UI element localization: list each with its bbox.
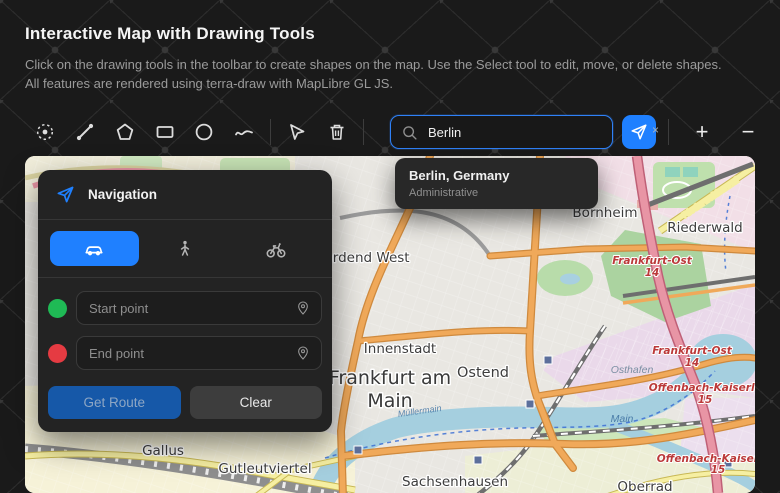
search-result-secondary: Administrative bbox=[409, 187, 584, 199]
map-label-riederwald: Riederwald bbox=[667, 220, 743, 236]
walking-icon bbox=[175, 239, 195, 259]
navigation-panel-header: Navigation bbox=[38, 170, 332, 220]
map-label-oberrad: Oberrad bbox=[617, 479, 672, 493]
map-label-gallus: Gallus bbox=[142, 443, 184, 459]
bicycle-icon bbox=[265, 238, 287, 260]
freehand-tool-icon bbox=[234, 122, 254, 142]
zoom-in-button[interactable]: + bbox=[683, 113, 721, 151]
clear-route-button[interactable]: Clear bbox=[190, 386, 323, 419]
search-icon bbox=[401, 124, 418, 141]
start-point-row bbox=[48, 291, 322, 325]
toolbar-divider bbox=[363, 119, 364, 145]
freehand-tool-button[interactable] bbox=[224, 112, 264, 152]
line-tool-button[interactable] bbox=[65, 112, 105, 152]
toolbar-divider bbox=[668, 119, 669, 145]
route-actions: Get Route Clear bbox=[38, 383, 332, 432]
map-label-offenbach-kaiserlei: Offenbach-Kaiserlei bbox=[657, 453, 755, 465]
map-label-innenstadt: Innenstadt bbox=[364, 341, 436, 357]
navigation-panel: Navigation bbox=[38, 170, 332, 432]
get-route-button[interactable]: Get Route bbox=[48, 386, 181, 419]
end-point-marker-icon bbox=[48, 344, 67, 363]
circle-tool-icon bbox=[194, 122, 214, 142]
navigation-plane-icon bbox=[630, 123, 648, 141]
rectangle-tool-button[interactable] bbox=[145, 112, 185, 152]
page-title: Interactive Map with Drawing Tools bbox=[25, 24, 315, 44]
point-tool-icon bbox=[35, 122, 55, 142]
search-box[interactable] bbox=[390, 115, 613, 149]
delete-tool-button[interactable] bbox=[317, 112, 357, 152]
trash-icon bbox=[327, 122, 347, 142]
route-inputs bbox=[38, 278, 332, 383]
map-label-junction-15: 15 bbox=[698, 394, 713, 406]
map-label-main-river: Main bbox=[611, 413, 634, 425]
rectangle-tool-icon bbox=[155, 122, 175, 142]
map-label-sachsenhausen: Sachsenhausen bbox=[402, 474, 508, 490]
search-result-primary: Berlin, Germany bbox=[409, 168, 584, 183]
zoom-out-button[interactable]: − bbox=[729, 113, 767, 151]
circle-tool-button[interactable] bbox=[185, 112, 225, 152]
map-pin-icon[interactable] bbox=[295, 300, 311, 316]
end-point-input[interactable] bbox=[87, 345, 295, 362]
map-label-junction-15: 15 bbox=[711, 464, 726, 476]
map-label-frankfurt-line1: Frankfurt am bbox=[329, 367, 451, 389]
navigation-plane-icon bbox=[56, 185, 75, 204]
map-label-osthafen: Osthafen bbox=[611, 364, 654, 376]
line-tool-icon bbox=[75, 122, 95, 142]
toolbar-divider bbox=[270, 119, 271, 145]
start-point-marker-icon bbox=[48, 299, 67, 318]
start-point-input[interactable] bbox=[87, 300, 295, 317]
search-result-dropdown: Berlin, Germany Administrative bbox=[395, 158, 598, 209]
travel-mode-tabs bbox=[38, 220, 332, 278]
map-label-ostend: Ostend bbox=[457, 365, 509, 381]
page-description: Click on the drawing tools in the toolba… bbox=[25, 56, 725, 94]
drawing-toolbar: × + − bbox=[25, 111, 767, 153]
map-label-junction-14: 14 bbox=[685, 357, 700, 369]
search-input[interactable] bbox=[426, 124, 570, 141]
mode-tab-cycling[interactable] bbox=[231, 231, 320, 266]
close-icon[interactable]: × bbox=[652, 124, 659, 136]
map-label-frankfurt-ost: Frankfurt-Ost bbox=[652, 345, 733, 357]
select-tool-button[interactable] bbox=[277, 112, 317, 152]
map-label-gutleutviertel: Gutleutviertel bbox=[218, 461, 311, 477]
navigation-panel-title: Navigation bbox=[88, 187, 157, 202]
point-tool-button[interactable] bbox=[25, 112, 65, 152]
mode-tab-car[interactable] bbox=[50, 231, 139, 266]
map-label-offenbach-kaiserlei: Offenbach-Kaiserlei bbox=[649, 382, 755, 394]
select-tool-icon bbox=[287, 122, 307, 142]
start-point-field[interactable] bbox=[76, 291, 322, 325]
map-label-frankfurt-ost: Frankfurt-Ost bbox=[612, 255, 693, 267]
end-point-field[interactable] bbox=[76, 336, 322, 370]
car-icon bbox=[83, 238, 105, 260]
navigation-toggle-button[interactable]: × bbox=[622, 115, 656, 149]
map-pin-icon[interactable] bbox=[295, 345, 311, 361]
polygon-tool-button[interactable] bbox=[105, 112, 145, 152]
polygon-tool-icon bbox=[115, 122, 135, 142]
mode-tab-walking[interactable] bbox=[141, 231, 230, 266]
end-point-row bbox=[48, 336, 322, 370]
search-result-item[interactable]: Berlin, Germany Administrative bbox=[409, 168, 584, 199]
app: { "header": { "title": "Interactive Map … bbox=[0, 0, 780, 493]
map-label-junction-14: 14 bbox=[645, 267, 660, 279]
